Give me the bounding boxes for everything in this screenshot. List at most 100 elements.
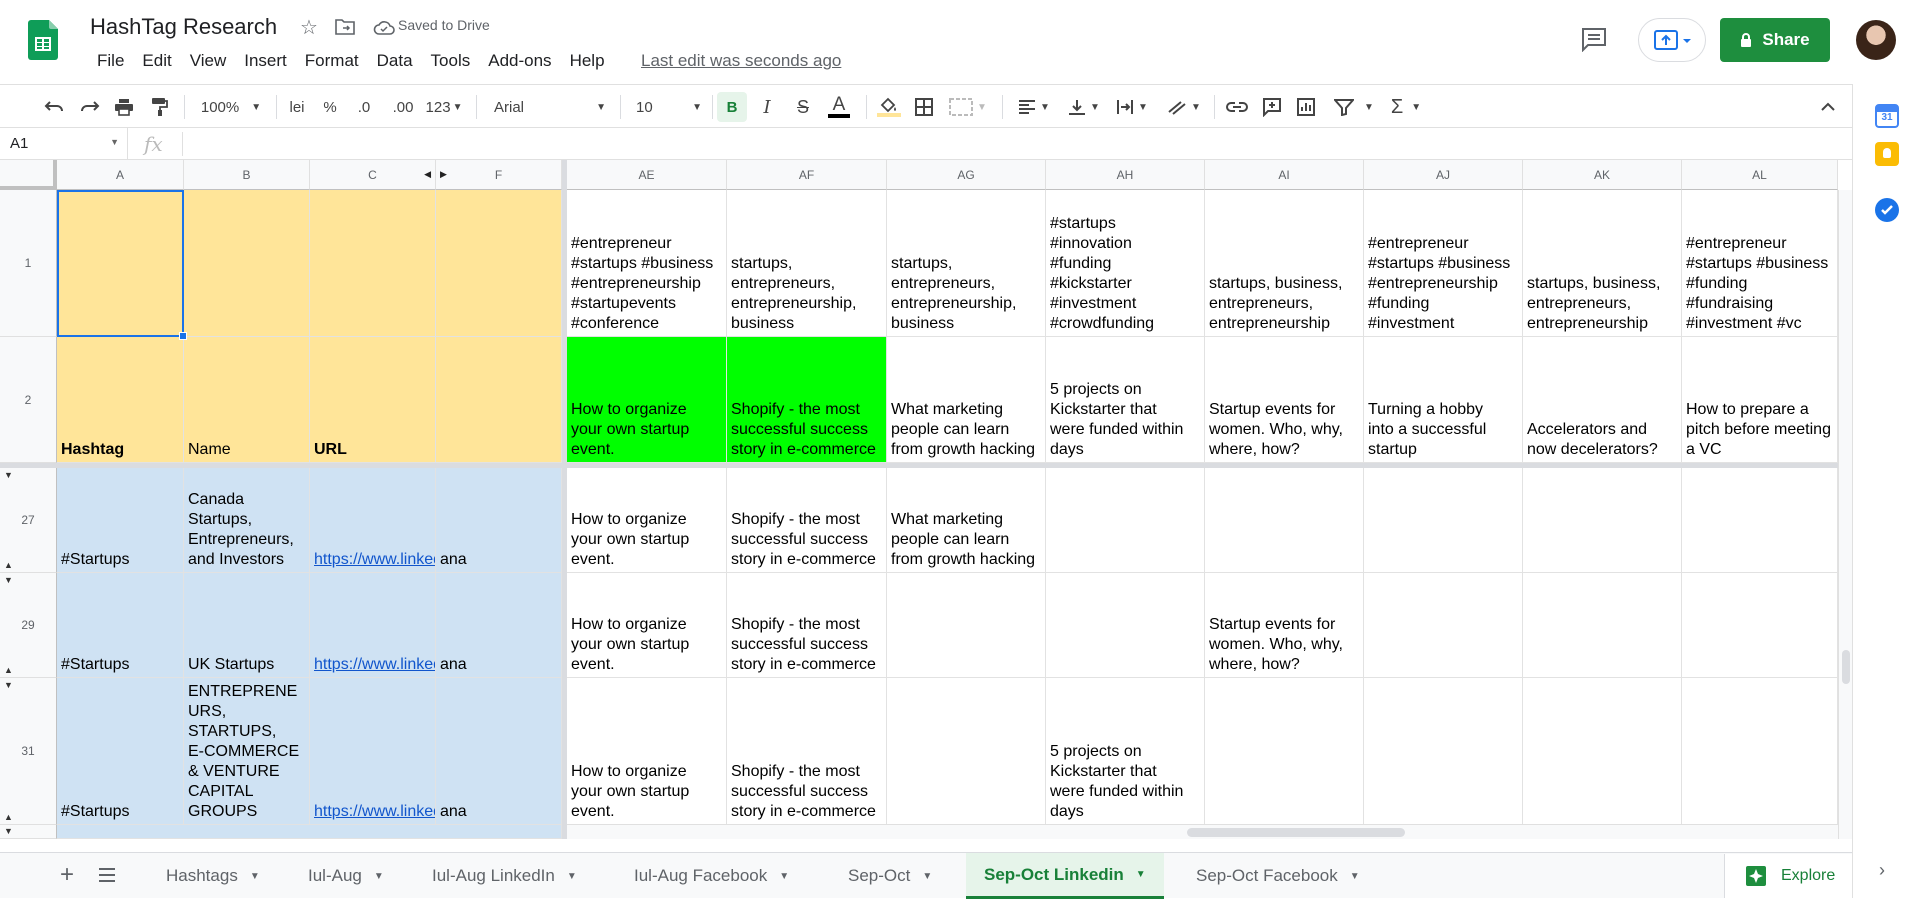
column-header-ag[interactable]: AG [887, 160, 1046, 190]
cell-ae1[interactable]: #entrepreneur #startups #business #entre… [567, 190, 727, 337]
cell-aj29[interactable] [1364, 573, 1523, 678]
percent-format-button[interactable]: % [322, 95, 338, 119]
horizontal-scrollbar[interactable] [567, 824, 1838, 839]
undo-icon[interactable] [42, 95, 66, 119]
cell-al29[interactable] [1682, 573, 1838, 678]
cell-ai1[interactable]: startups, business, entrepreneurs, entre… [1205, 190, 1364, 337]
document-title[interactable]: HashTag Research [90, 14, 277, 40]
tasks-icon[interactable] [1875, 198, 1899, 222]
cell-f1[interactable] [436, 190, 562, 337]
column-header-ah[interactable]: AH [1046, 160, 1205, 190]
cell-f27[interactable]: ana [436, 468, 562, 573]
cell-al1[interactable]: #entrepreneur #startups #business #fundi… [1682, 190, 1838, 337]
cell-ai29[interactable]: Startup events for women. Who, why, wher… [1205, 573, 1364, 678]
cell-aj27[interactable] [1364, 468, 1523, 573]
cell-c29[interactable]: https://www.linkedin.com [310, 573, 436, 678]
borders-icon[interactable] [912, 95, 936, 119]
cell-a1[interactable] [57, 190, 184, 337]
cell-ag1[interactable]: startups, entrepreneurs, entrepreneurshi… [887, 190, 1046, 337]
font-family-select[interactable]: Arial ▼ [494, 95, 606, 119]
insert-link-icon[interactable] [1224, 95, 1250, 119]
last-edit-link[interactable]: Last edit was seconds ago [641, 51, 841, 71]
cell-ae2[interactable]: How to organize your own startup event. [567, 337, 727, 463]
cell-af29[interactable]: Shopify - the most successful success st… [727, 573, 887, 678]
print-icon[interactable] [112, 95, 136, 119]
row-header-27[interactable]: 27 [0, 468, 57, 573]
cell-b2[interactable]: Name [184, 337, 310, 463]
cell-ak29[interactable] [1523, 573, 1682, 678]
chevron-right-icon[interactable]: › [1879, 860, 1885, 881]
sheet-tab-sep-oct-facebook[interactable]: Sep-Oct Facebook ▼ [1178, 853, 1378, 899]
sheet-tab-hashtags[interactable]: Hashtags ▼ [148, 853, 278, 899]
url-link[interactable]: https://www.linkedin.com [314, 550, 435, 570]
column-header-af[interactable]: AF [727, 160, 887, 190]
select-all-corner[interactable] [0, 160, 57, 190]
sheets-logo-icon[interactable] [28, 20, 58, 60]
decrease-decimal-button[interactable]: .0 [352, 95, 376, 119]
comment-history-icon[interactable] [1580, 26, 1610, 53]
sheet-tab-sep-oct[interactable]: Sep-Oct ▼ [830, 853, 950, 899]
explore-button[interactable]: Explore [1724, 854, 1852, 898]
group-expand-icon[interactable]: ▲ [4, 665, 13, 675]
cell-aj1[interactable]: #entrepreneur #startups #business #entre… [1364, 190, 1523, 337]
cell-ai2[interactable]: Startup events for women. Who, why, wher… [1205, 337, 1364, 463]
sheet-tab-iul-aug[interactable]: Iul-Aug ▼ [290, 853, 402, 899]
sheet-tab-iul-aug-linkedin[interactable]: Iul-Aug LinkedIn ▼ [414, 853, 595, 899]
cell-a31[interactable]: #Startups [57, 678, 184, 825]
cell-a29[interactable]: #Startups [57, 573, 184, 678]
column-header-ae[interactable]: AE [567, 160, 727, 190]
menu-help[interactable]: Help [561, 50, 614, 72]
cell-f31[interactable]: ana [436, 678, 562, 825]
vertical-align-icon[interactable]: ▼ [1064, 95, 1104, 119]
sheet-tab-sep-oct-linkedin[interactable]: Sep-Oct Linkedin ▼ [966, 853, 1164, 899]
cell-ak31[interactable] [1523, 678, 1682, 825]
text-wrapping-icon[interactable]: ▼ [1112, 95, 1152, 119]
cell-al31[interactable] [1682, 678, 1838, 825]
hidden-columns-left-arrow-icon[interactable]: ◀ [424, 169, 431, 180]
cell-af31[interactable]: Shopify - the most successful success st… [727, 678, 887, 825]
vertical-scrollbar[interactable] [1838, 190, 1852, 839]
cell-f2[interactable] [436, 337, 562, 463]
redo-icon[interactable] [78, 95, 102, 119]
column-header-al[interactable]: AL [1682, 160, 1838, 190]
menu-file[interactable]: File [88, 50, 133, 72]
fill-color-icon[interactable] [876, 95, 902, 119]
share-button[interactable]: Share [1720, 18, 1830, 62]
group-collapse-icon[interactable]: ▼ [4, 575, 13, 585]
menu-addons[interactable]: Add-ons [479, 50, 560, 72]
menu-edit[interactable]: Edit [133, 50, 180, 72]
url-link[interactable]: https://www.linkedin.com [314, 655, 435, 675]
paint-format-icon[interactable] [148, 95, 172, 119]
row-header-31[interactable]: 31 [0, 678, 57, 825]
cell-ai31[interactable] [1205, 678, 1364, 825]
cell-ag29[interactable] [887, 573, 1046, 678]
cell-aj31[interactable] [1364, 678, 1523, 825]
cell-ak1[interactable]: startups, business, entrepreneurs, entre… [1523, 190, 1682, 337]
group-collapse-icon[interactable]: ▼ [4, 470, 13, 480]
menu-insert[interactable]: Insert [235, 50, 296, 72]
cell-ae31[interactable]: How to organize your own startup event. [567, 678, 727, 825]
cell-ah1[interactable]: #startups #innovation #funding #kickstar… [1046, 190, 1205, 337]
cell-a2[interactable]: Hashtag [57, 337, 184, 463]
strikethrough-button[interactable]: S [792, 95, 814, 119]
add-sheet-icon[interactable]: + [60, 863, 80, 887]
group-collapse-icon[interactable]: ▼ [4, 826, 13, 836]
cell-ae29[interactable]: How to organize your own startup event. [567, 573, 727, 678]
group-collapse-icon[interactable]: ▼ [4, 680, 13, 690]
text-rotation-icon[interactable]: ▼ [1164, 95, 1204, 119]
menu-data[interactable]: Data [368, 50, 422, 72]
cell-a27[interactable]: #Startups [57, 468, 184, 573]
cell-c31[interactable]: https://www.linkedin.com [310, 678, 436, 825]
cell-aj2[interactable]: Turning a hobby into a successful startu… [1364, 337, 1523, 463]
cell-ae27[interactable]: How to organize your own startup event. [567, 468, 727, 573]
present-button[interactable] [1638, 18, 1706, 62]
avatar[interactable] [1856, 20, 1896, 60]
font-size-select[interactable]: 10 ▼ [636, 95, 702, 119]
functions-icon[interactable]: Σ ▼ [1386, 95, 1426, 119]
filter-icon[interactable]: ▼ [1330, 95, 1378, 119]
column-header-c[interactable]: C ◀ [310, 160, 436, 190]
cell-f29[interactable]: ana [436, 573, 562, 678]
group-expand-icon[interactable]: ▲ [4, 560, 13, 570]
horizontal-scroll-thumb[interactable] [1187, 828, 1405, 837]
cell-ah29[interactable] [1046, 573, 1205, 678]
